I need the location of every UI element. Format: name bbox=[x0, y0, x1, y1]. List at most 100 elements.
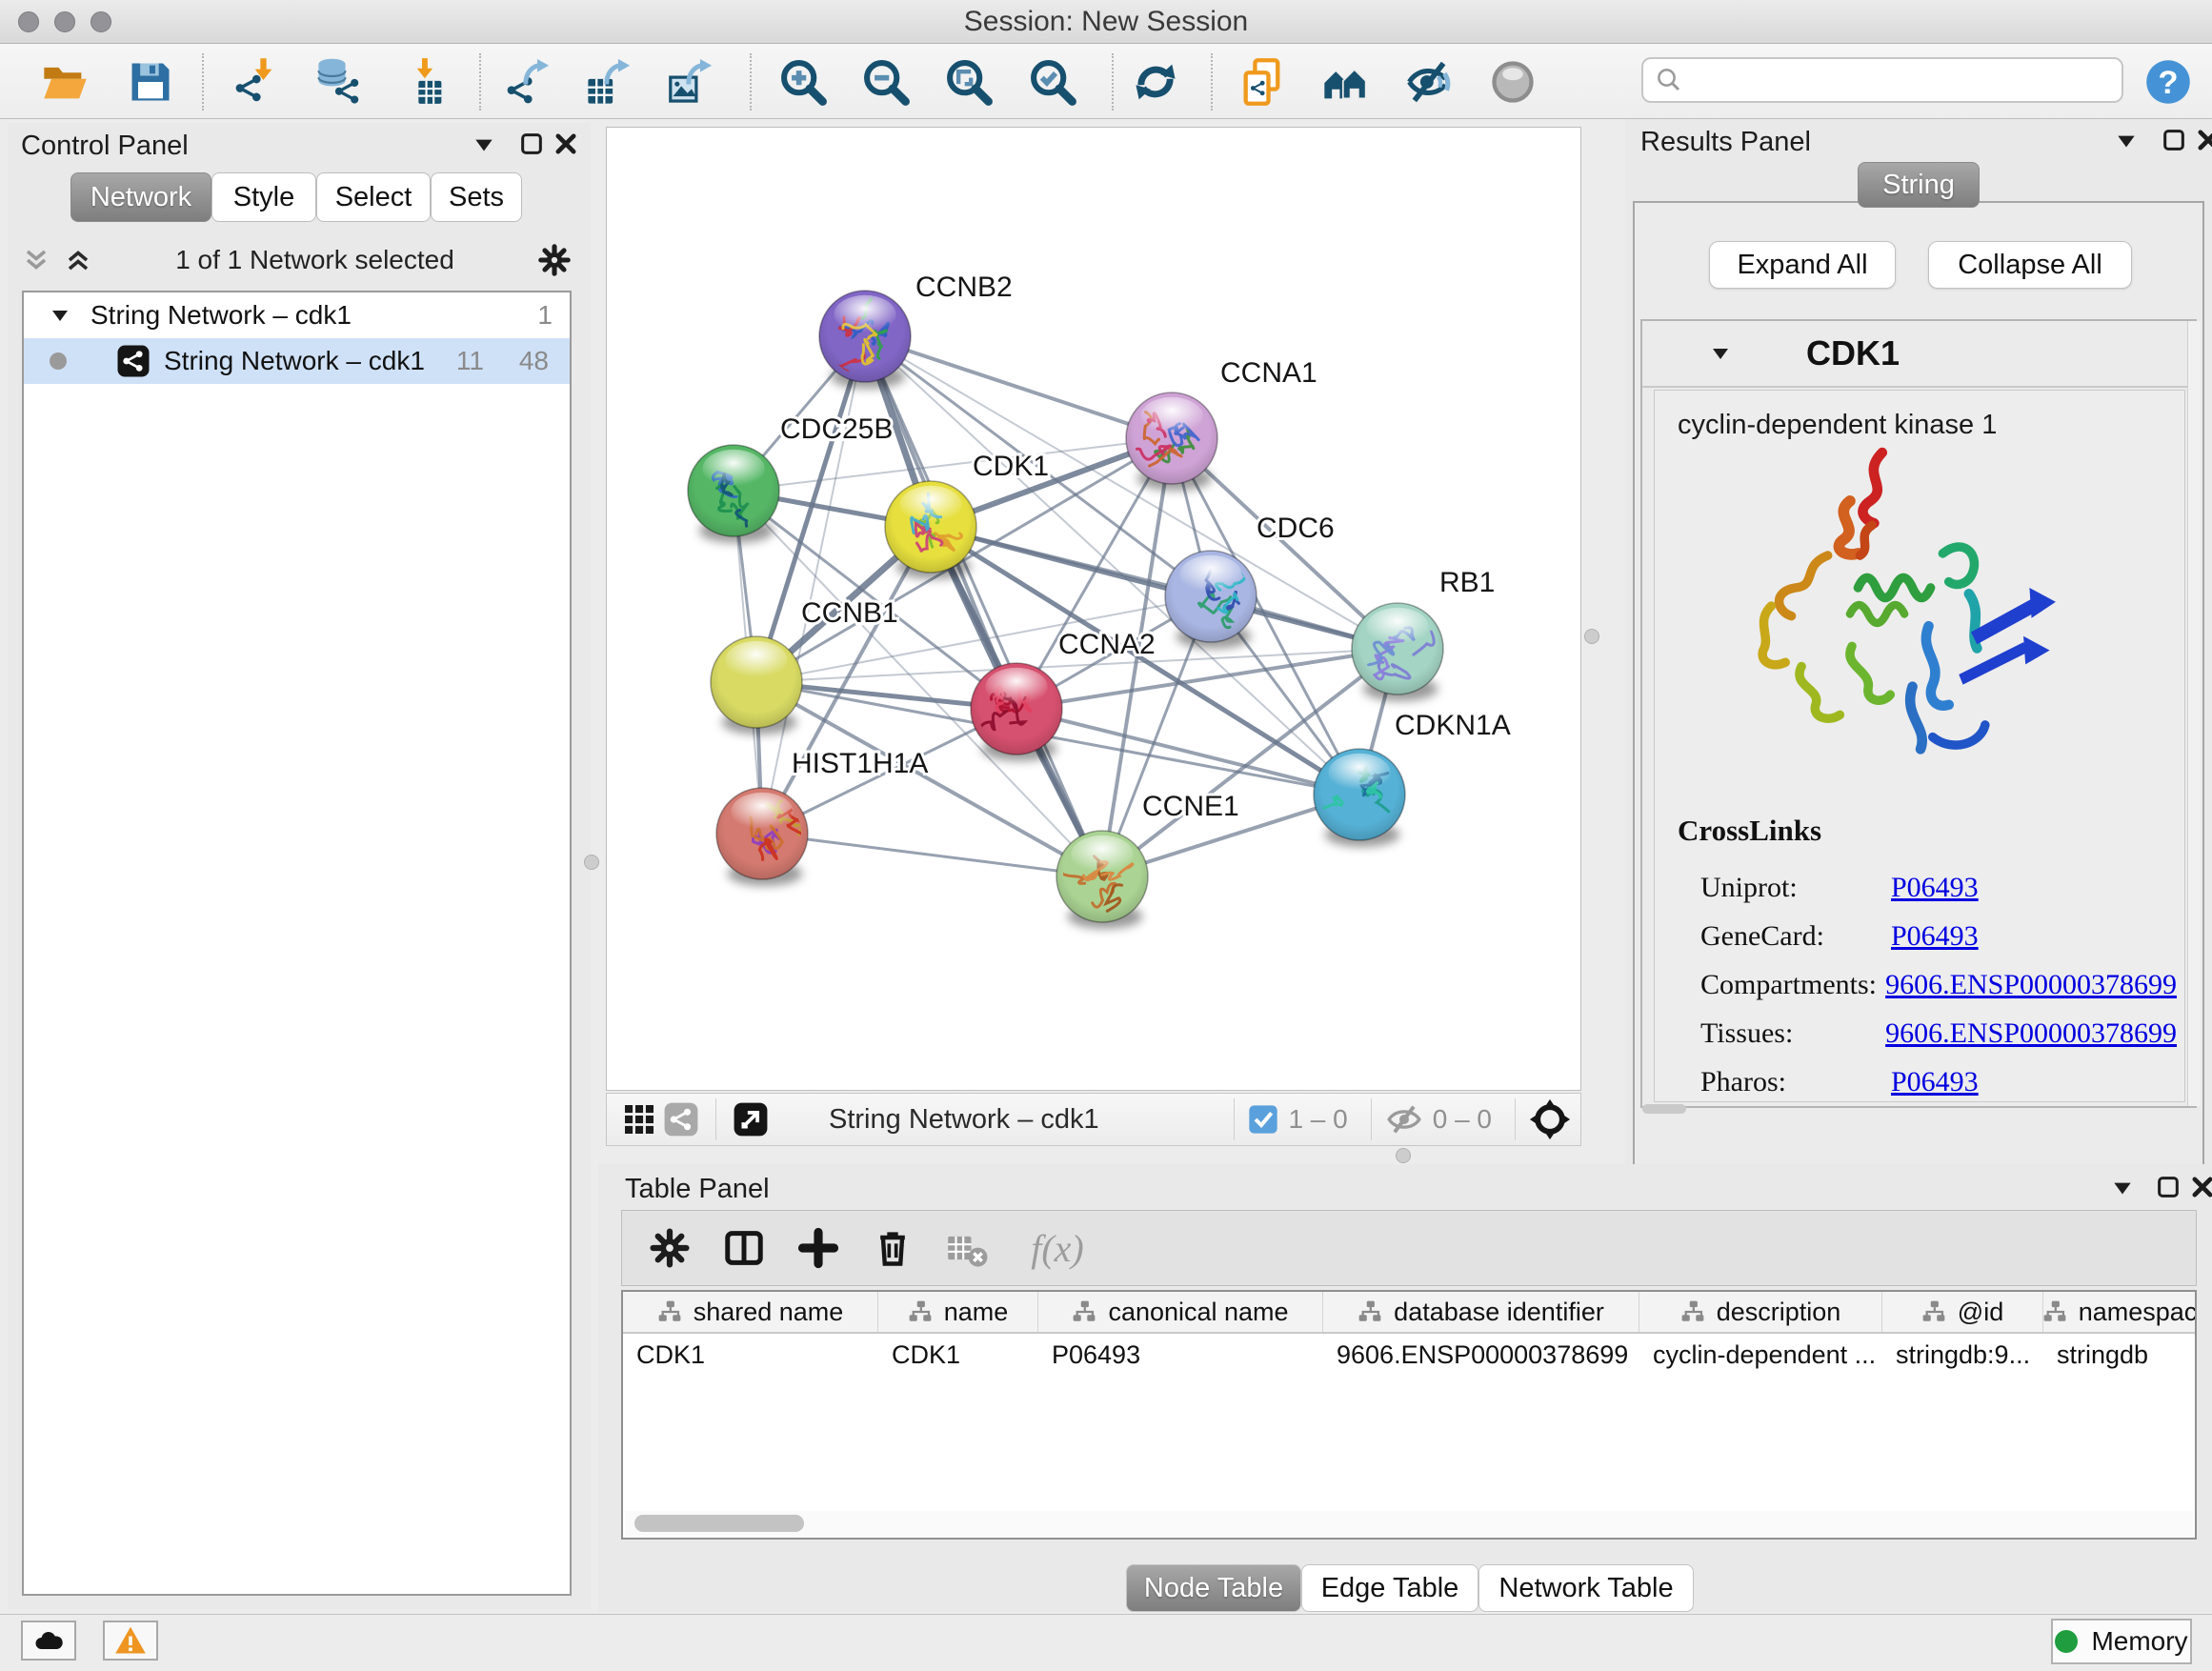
tab-network[interactable]: Network bbox=[70, 172, 211, 222]
tissues-link[interactable]: 9606.ENSP00000378699 bbox=[1885, 1017, 2177, 1050]
zoom-fit-button[interactable] bbox=[942, 55, 995, 109]
network-node-ccna2[interactable]: CCNA2 bbox=[971, 629, 1156, 761]
float-panel-icon[interactable] bbox=[2161, 127, 2187, 153]
network-row[interactable]: String Network – cdk1 11 48 bbox=[24, 338, 570, 384]
minimize-window-button[interactable] bbox=[54, 11, 75, 32]
network-options-gear-icon[interactable] bbox=[537, 243, 572, 277]
tab-style[interactable]: Style bbox=[211, 172, 316, 222]
tab-edge-table[interactable]: Edge Table bbox=[1301, 1564, 1478, 1612]
refresh-button[interactable] bbox=[1129, 55, 1182, 109]
cloud-status-button[interactable] bbox=[21, 1621, 76, 1661]
table-cell[interactable]: 9606.ENSP00000378699 bbox=[1323, 1334, 1639, 1376]
search-input[interactable] bbox=[1683, 61, 2122, 99]
hidden-eye-slash-icon[interactable] bbox=[1385, 1100, 1423, 1138]
network-edge[interactable] bbox=[865, 336, 1102, 876]
table-cell[interactable]: P06493 bbox=[1038, 1334, 1323, 1376]
collapse-panel-icon[interactable] bbox=[2110, 1176, 2135, 1200]
function-builder-button[interactable]: f(x) bbox=[1015, 1221, 1100, 1275]
results-vertical-scrollbar[interactable] bbox=[2187, 321, 2201, 1106]
export-network-button[interactable] bbox=[502, 55, 555, 109]
expand-all-chevron-icon[interactable] bbox=[64, 246, 92, 274]
pharos-link[interactable]: P06493 bbox=[1891, 1066, 1979, 1098]
table-options-button[interactable] bbox=[643, 1221, 696, 1275]
close-panel-icon[interactable] bbox=[553, 131, 579, 157]
table-scrollbar-thumb[interactable] bbox=[634, 1515, 804, 1532]
column-header-shared-name[interactable]: shared name bbox=[623, 1292, 878, 1332]
network-node-ccna1[interactable]: CCNA1 bbox=[1126, 357, 1317, 491]
selected-checkbox-icon[interactable] bbox=[1248, 1104, 1278, 1135]
tab-string[interactable]: String bbox=[1858, 162, 1980, 208]
expand-all-button[interactable]: Expand All bbox=[1709, 241, 1896, 289]
table-row[interactable]: CDK1CDK1P064939606.ENSP00000378699cyclin… bbox=[623, 1334, 2195, 1376]
open-session-button[interactable] bbox=[38, 55, 91, 109]
compartments-link[interactable]: 9606.ENSP00000378699 bbox=[1885, 969, 2177, 1001]
network-badge-button[interactable] bbox=[660, 1098, 702, 1140]
expand-triangle-icon[interactable] bbox=[49, 304, 71, 327]
tab-network-table[interactable]: Network Table bbox=[1478, 1564, 1694, 1612]
help-button[interactable]: ? bbox=[2142, 55, 2195, 109]
close-panel-icon[interactable] bbox=[2195, 127, 2212, 153]
table-cell[interactable]: cyclin-dependent ... bbox=[1639, 1334, 1882, 1376]
network-node-cdkn1a[interactable]: CDKN1A bbox=[1314, 710, 1511, 847]
table-cell[interactable]: stringdb bbox=[2043, 1334, 2197, 1376]
tab-select[interactable]: Select bbox=[316, 172, 431, 222]
collapse-all-chevron-icon[interactable] bbox=[22, 246, 50, 274]
left-splitter-handle[interactable] bbox=[584, 855, 599, 870]
float-panel-icon[interactable] bbox=[2155, 1174, 2182, 1200]
column-header-description[interactable]: description bbox=[1639, 1292, 1882, 1332]
save-session-button[interactable] bbox=[124, 55, 177, 109]
export-table-button[interactable] bbox=[583, 55, 636, 109]
zoom-out-button[interactable] bbox=[859, 55, 913, 109]
close-window-button[interactable] bbox=[18, 11, 39, 32]
network-node-ccnb1[interactable]: CCNB1 bbox=[711, 597, 898, 735]
table-cell[interactable]: stringdb:9... bbox=[1882, 1334, 2043, 1376]
network-collection-row[interactable]: String Network – cdk1 1 bbox=[24, 292, 570, 338]
close-panel-icon[interactable] bbox=[2189, 1174, 2212, 1200]
zoom-selected-button[interactable] bbox=[1026, 55, 1079, 109]
column-header-name[interactable]: name bbox=[878, 1292, 1038, 1332]
delete-column-button[interactable] bbox=[866, 1221, 919, 1275]
import-network-database-button[interactable] bbox=[312, 55, 365, 109]
zoom-in-button[interactable] bbox=[776, 55, 830, 109]
collapse-panel-icon[interactable] bbox=[472, 132, 496, 157]
result-card-header[interactable]: CDK1 bbox=[1642, 321, 2195, 388]
zoom-window-button[interactable] bbox=[90, 11, 111, 32]
create-column-button[interactable] bbox=[792, 1221, 845, 1275]
collapse-all-button[interactable]: Collapse All bbox=[1928, 241, 2132, 289]
hide-selected-button[interactable] bbox=[1402, 55, 1456, 109]
bottom-splitter-handle[interactable] bbox=[1396, 1148, 1411, 1163]
table-horizontal-scrollbar[interactable] bbox=[625, 1511, 2193, 1536]
reset-view-crosshair-icon[interactable] bbox=[1529, 1098, 1571, 1140]
network-node-ccnb2[interactable]: CCNB2 bbox=[819, 272, 1013, 389]
import-table-button[interactable] bbox=[399, 55, 452, 109]
float-panel-icon[interactable] bbox=[518, 131, 545, 157]
import-network-file-button[interactable] bbox=[231, 55, 284, 109]
tab-node-table[interactable]: Node Table bbox=[1126, 1564, 1301, 1612]
collapse-panel-icon[interactable] bbox=[2114, 129, 2139, 153]
export-image-button[interactable] bbox=[665, 55, 718, 109]
search-field[interactable] bbox=[1641, 57, 2123, 103]
grid-view-button[interactable] bbox=[618, 1098, 660, 1140]
right-splitter-handle[interactable] bbox=[1584, 629, 1599, 644]
warning-status-button[interactable] bbox=[103, 1621, 158, 1661]
uniprot-link[interactable]: P06493 bbox=[1891, 872, 1979, 904]
table-cell[interactable]: CDK1 bbox=[878, 1334, 1038, 1376]
first-neighbors-button[interactable] bbox=[1318, 55, 1372, 109]
network-node-cdc6[interactable]: CDC6 bbox=[1165, 513, 1335, 649]
memory-button[interactable]: Memory bbox=[2051, 1619, 2192, 1664]
table-cell[interactable]: CDK1 bbox=[623, 1334, 878, 1376]
column-header--id[interactable]: @id bbox=[1882, 1292, 2043, 1332]
delete-table-button[interactable] bbox=[940, 1221, 994, 1275]
network-edge[interactable] bbox=[865, 336, 1172, 438]
column-header-database-identifier[interactable]: database identifier bbox=[1323, 1292, 1639, 1332]
network-canvas[interactable]: CCNB2CCNA1CDC25BCDK1CDC6RB1CCNB1CCNA2CDK… bbox=[606, 127, 1581, 1091]
network-node-rb1[interactable]: RB1 bbox=[1352, 567, 1495, 701]
column-header-canonical-name[interactable]: canonical name bbox=[1038, 1292, 1323, 1332]
tab-sets[interactable]: Sets bbox=[431, 172, 522, 222]
network-edge[interactable] bbox=[1016, 709, 1359, 795]
clone-network-button[interactable] bbox=[1236, 55, 1289, 109]
genecard-link[interactable]: P06493 bbox=[1891, 920, 1979, 953]
show-columns-button[interactable] bbox=[717, 1221, 771, 1275]
show-all-button[interactable] bbox=[1486, 55, 1539, 109]
collapse-entry-triangle-icon[interactable] bbox=[1709, 342, 1732, 365]
